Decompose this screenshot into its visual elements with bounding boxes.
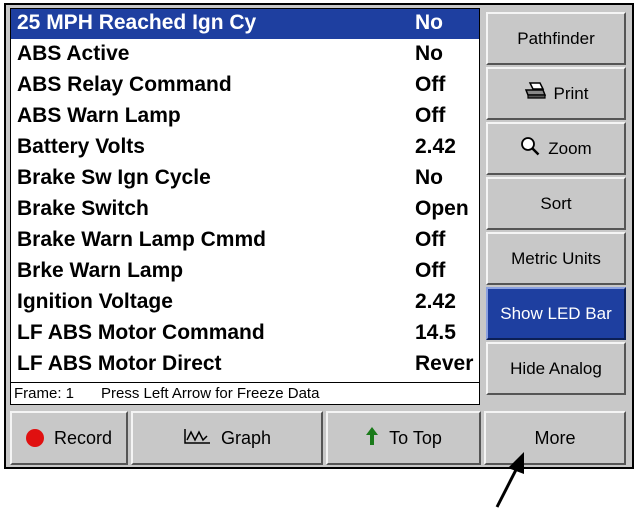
callout-arrow-icon [495, 452, 524, 508]
